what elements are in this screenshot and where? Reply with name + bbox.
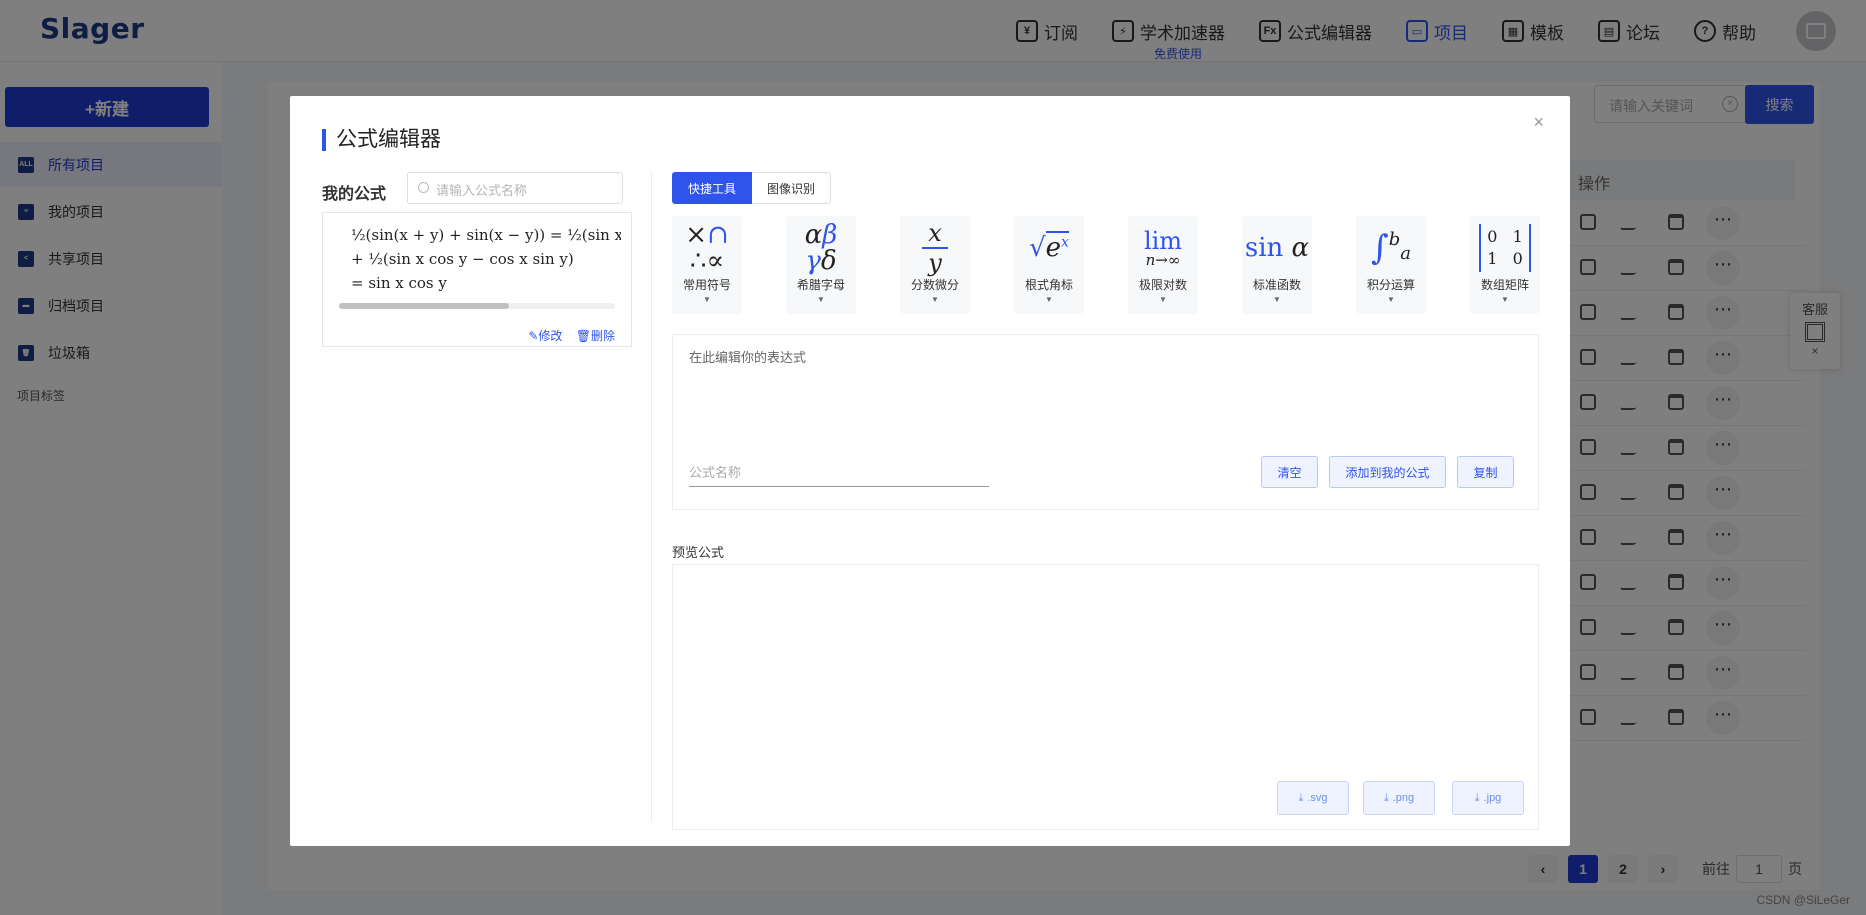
greek-letters-icon: αβ γδ xyxy=(804,220,838,276)
saved-formula-card[interactable]: ½(sin(x + y) + sin(x − y)) = ½(sin x cos… xyxy=(322,212,632,347)
limit-icon: lim n→∞ xyxy=(1143,226,1183,269)
function-icon: sin α xyxy=(1244,233,1310,263)
horizontal-scrollbar[interactable] xyxy=(339,303,615,309)
edit-formula-link[interactable]: ✎修改 xyxy=(528,329,562,343)
delete-formula-link[interactable]: 🗑删除 xyxy=(576,329,615,343)
common-symbols-icon: ×∩ ∴∝ xyxy=(685,220,729,276)
radical-icon: √ex xyxy=(1029,231,1069,263)
formula-preview: ⤓ .svg ⤓ .png ⤓ .jpg xyxy=(672,564,1539,830)
scrollbar-thumb[interactable] xyxy=(339,303,509,309)
quick-tool-bar: ×∩ ∴∝ 常用符号 ▼ αβ γδ 希腊字母 ▼ xy 分数微分 ▼ √ex 根式… xyxy=(672,216,1540,314)
formula-render: ½(sin(x + y) + sin(x − y)) = ½(sin x cos… xyxy=(351,223,621,295)
formula-line: ½(sin(x + y) + sin(x − y)) = ½(sin x cos… xyxy=(351,226,621,244)
tool-label: 极限对数 xyxy=(1138,278,1187,292)
caret-down-icon: ▼ xyxy=(1159,295,1167,304)
caret-down-icon: ▼ xyxy=(817,295,825,304)
add-to-my-formulas-button[interactable]: 添加到我的公式 xyxy=(1329,456,1446,488)
download-icon: ⤓ xyxy=(1383,791,1389,804)
download-jpg-button[interactable]: ⤓ .jpg xyxy=(1452,781,1524,815)
tool-fraction[interactable]: xy 分数微分 ▼ xyxy=(900,216,970,314)
search-placeholder: 请输入公式名称 xyxy=(436,183,528,198)
caret-down-icon: ▼ xyxy=(931,295,939,304)
tool-standard-functions[interactable]: sin α 标准函数 ▼ xyxy=(1242,216,1312,314)
search-icon xyxy=(418,182,429,193)
tool-label: 数组矩阵 xyxy=(1480,278,1529,292)
tool-greek-letters[interactable]: αβ γδ 希腊字母 ▼ xyxy=(786,216,856,314)
download-label: .png xyxy=(1392,792,1415,804)
editor-tabs: 快捷工具 图像识别 xyxy=(672,172,1539,204)
preview-label: 预览公式 xyxy=(672,545,725,560)
matrix-icon: 0 11 0 xyxy=(1470,216,1540,276)
formula-line: = sin x cos y xyxy=(351,274,447,292)
editor-panel: 快捷工具 图像识别 ×∩ ∴∝ 常用符号 ▼ αβ γδ 希腊字母 ▼ xy 分数微… xyxy=(672,172,1540,830)
caret-down-icon: ▼ xyxy=(1273,295,1281,304)
tool-label: 希腊字母 xyxy=(796,278,845,292)
formula-name-input[interactable]: 公式名称 xyxy=(689,457,989,487)
tool-label: 常用符号 xyxy=(682,278,731,292)
tool-label: 标准函数 xyxy=(1252,278,1301,292)
formula-search-input[interactable]: 请输入公式名称 xyxy=(407,172,623,204)
download-label: .jpg xyxy=(1483,792,1502,804)
caret-down-icon: ▼ xyxy=(1387,295,1395,304)
fraction-icon: xy xyxy=(900,216,970,276)
tool-label: 积分运算 xyxy=(1366,278,1415,292)
column-divider xyxy=(651,172,652,822)
download-png-button[interactable]: ⤓ .png xyxy=(1363,781,1435,815)
caret-down-icon: ▼ xyxy=(1501,295,1509,304)
formula-editor-dialog: × 公式编辑器 我的公式 请输入公式名称 ½(sin(x + y) + sin(… xyxy=(290,96,1570,846)
watermark: CSDN @SiLeGer xyxy=(1756,893,1850,907)
copy-button[interactable]: 复制 xyxy=(1457,456,1514,488)
expression-placeholder: 在此编辑你的表达式 xyxy=(689,350,807,365)
tool-limit[interactable]: lim n→∞ 极限对数 ▼ xyxy=(1128,216,1198,314)
clear-button[interactable]: 清空 xyxy=(1261,456,1318,488)
dialog-title: 公式编辑器 xyxy=(322,129,441,151)
download-icon: ⤓ xyxy=(1298,791,1304,804)
tab-quick-tools[interactable]: 快捷工具 xyxy=(672,172,753,204)
integral-icon: ∫ba xyxy=(1371,228,1411,268)
expression-editor[interactable]: 在此编辑你的表达式 公式名称 清空 添加到我的公式 复制 xyxy=(672,334,1539,510)
caret-down-icon: ▼ xyxy=(1045,295,1053,304)
tool-radical[interactable]: √ex 根式角标 ▼ xyxy=(1014,216,1084,314)
card-actions: ✎修改 🗑删除 xyxy=(518,327,615,344)
close-icon[interactable]: × xyxy=(1533,112,1544,133)
download-label: .svg xyxy=(1307,792,1328,804)
tool-integral[interactable]: ∫ba 积分运算 ▼ xyxy=(1356,216,1426,314)
tab-image-recognition[interactable]: 图像识别 xyxy=(752,172,832,204)
formula-line: + ½(sin x cos y − cos x sin y) xyxy=(351,250,574,268)
download-icon: ⤓ xyxy=(1474,791,1480,804)
tool-common-symbols[interactable]: ×∩ ∴∝ 常用符号 ▼ xyxy=(672,216,742,314)
my-formulas-label: 我的公式 xyxy=(322,186,387,203)
download-svg-button[interactable]: ⤓ .svg xyxy=(1277,781,1349,815)
tool-label: 根式角标 xyxy=(1024,278,1073,292)
caret-down-icon: ▼ xyxy=(703,295,711,304)
tool-label: 分数微分 xyxy=(910,278,959,292)
tool-matrix[interactable]: 0 11 0 数组矩阵 ▼ xyxy=(1470,216,1540,314)
